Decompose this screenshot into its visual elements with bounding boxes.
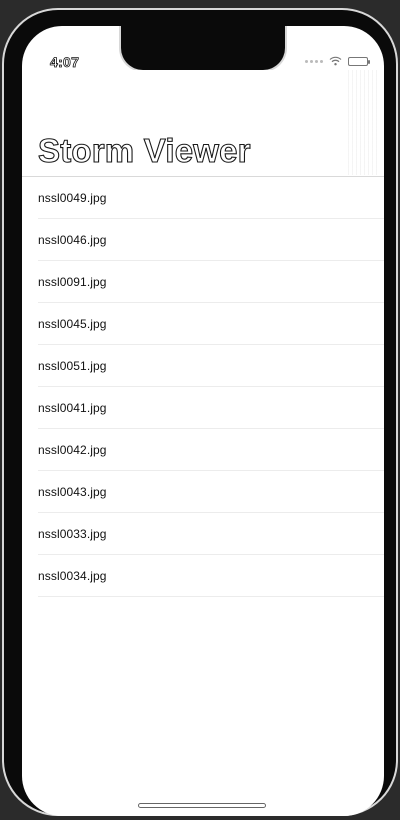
list-item-label: nssl0034.jpg [38,568,107,583]
cellular-signal-icon [305,59,323,63]
list-item[interactable]: nssl0045.jpg [38,303,384,345]
list-item[interactable]: nssl0034.jpg [38,555,384,597]
status-time: 4:07 [50,54,80,71]
list-item-label: nssl0033.jpg [38,526,107,541]
image-list: nssl0049.jpg nssl0046.jpg nssl0091.jpg n… [22,177,384,597]
list-item[interactable]: nssl0033.jpg [38,513,384,555]
list-item[interactable]: nssl0041.jpg [38,387,384,429]
list-item[interactable]: nssl0043.jpg [38,471,384,513]
render-artifact [348,70,378,175]
list-item-label: nssl0042.jpg [38,442,107,457]
list-item-label: nssl0051.jpg [38,358,107,373]
list-item[interactable]: nssl0091.jpg [38,261,384,303]
wifi-icon [329,56,342,66]
list-item[interactable]: nssl0042.jpg [38,429,384,471]
list-item-label: nssl0045.jpg [38,316,107,331]
list-item-label: nssl0046.jpg [38,232,107,247]
home-indicator[interactable] [138,803,266,808]
list-item-label: nssl0043.jpg [38,484,107,499]
list-item[interactable]: nssl0046.jpg [38,219,384,261]
device-notch [119,26,287,72]
list-item-label: nssl0041.jpg [38,400,107,415]
list-item-label: nssl0049.jpg [38,190,107,205]
page-title: Storm Viewer [37,131,251,169]
app-screen: 4:07 Storm Viewer nssl0049.jpg nssl0046.… [22,26,384,816]
list-item-label: nssl0091.jpg [38,274,107,289]
status-icons [305,56,370,66]
list-item[interactable]: nssl0051.jpg [38,345,384,387]
battery-icon [348,56,370,66]
navigation-bar: Storm Viewer [22,70,384,177]
list-item[interactable]: nssl0049.jpg [38,177,384,219]
phone-device-frame: 4:07 Storm Viewer nssl0049.jpg nssl0046.… [2,8,398,816]
